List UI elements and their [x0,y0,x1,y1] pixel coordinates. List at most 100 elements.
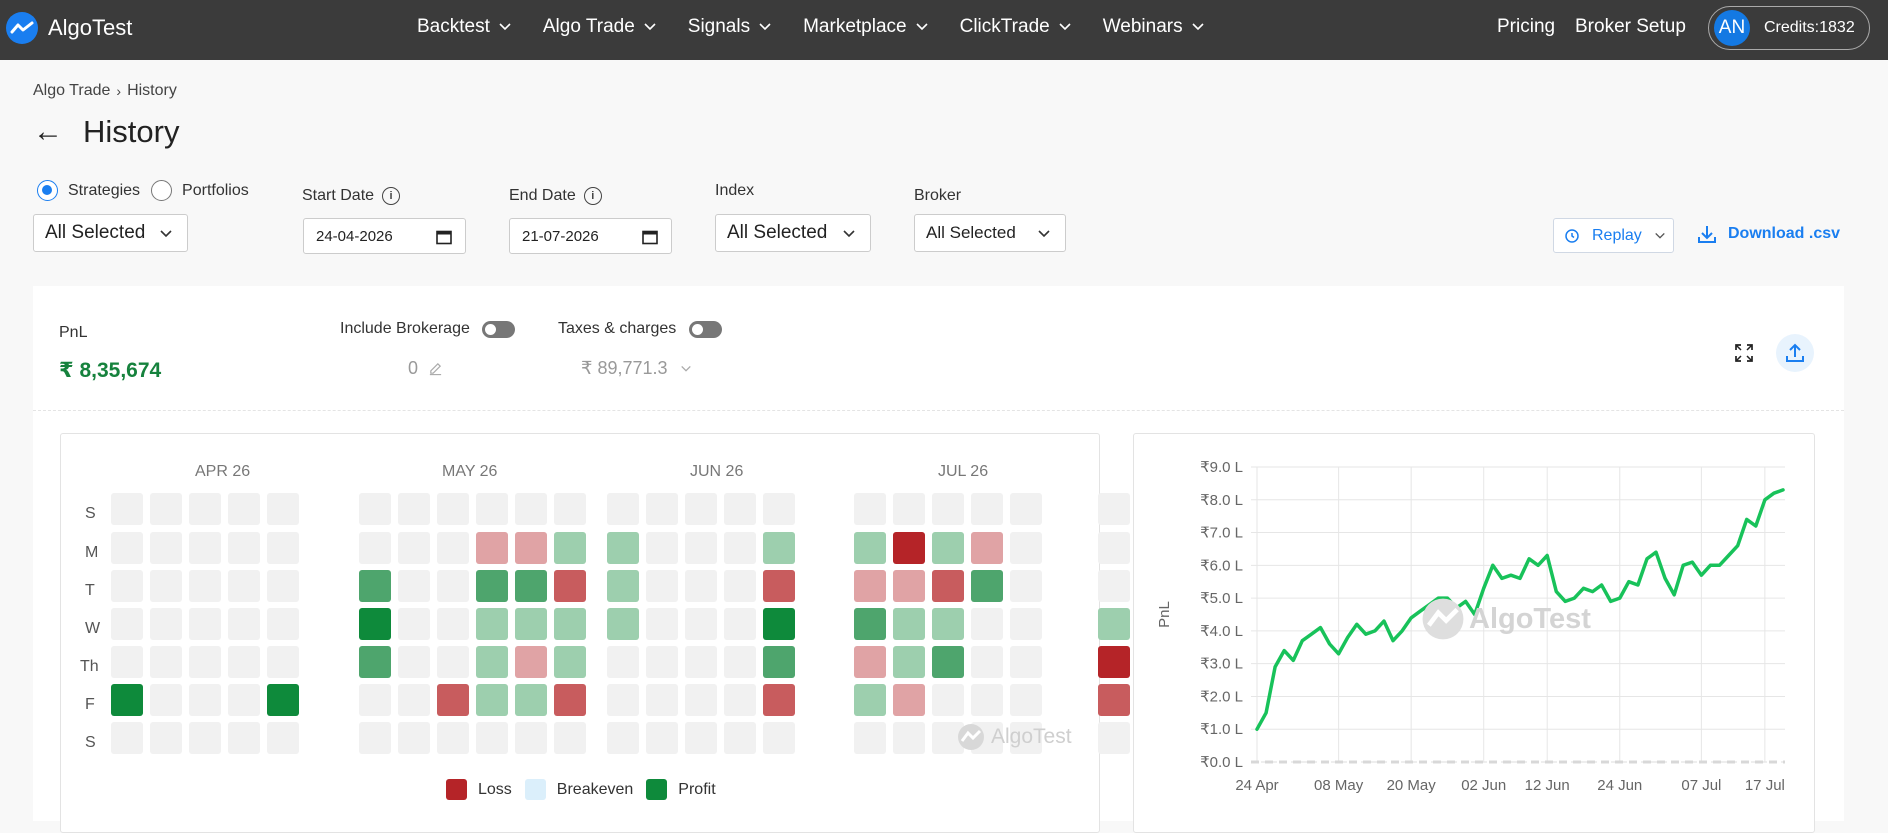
heatmap-day-cell[interactable] [476,570,508,602]
heatmap-day-cell[interactable] [932,646,964,678]
heatmap-day-cell[interactable] [607,646,639,678]
heatmap-day-cell[interactable] [607,608,639,640]
expand-fullscreen-button[interactable] [1725,334,1763,372]
heatmap-day-cell[interactable] [724,684,756,716]
heatmap-day-cell[interactable] [189,646,221,678]
heatmap-day-cell[interactable] [267,570,299,602]
heatmap-day-cell[interactable] [437,570,469,602]
share-export-button[interactable] [1776,334,1814,372]
heatmap-day-cell[interactable] [893,570,925,602]
heatmap-day-cell[interactable] [646,532,678,564]
heatmap-day-cell[interactable] [150,722,182,754]
heatmap-day-cell[interactable] [763,493,795,525]
heatmap-day-cell[interactable] [932,532,964,564]
heatmap-day-cell[interactable] [646,570,678,602]
strategies-select[interactable]: All Selected [33,214,188,252]
calendar-icon[interactable] [641,228,659,246]
heatmap-day-cell[interactable] [476,684,508,716]
heatmap-day-cell[interactable] [893,532,925,564]
heatmap-day-cell[interactable] [854,532,886,564]
broker-setup-link[interactable]: Broker Setup [1575,16,1686,38]
heatmap-day-cell[interactable] [893,646,925,678]
heatmap-day-cell[interactable] [437,532,469,564]
heatmap-day-cell[interactable] [437,646,469,678]
heatmap-day-cell[interactable] [932,570,964,602]
heatmap-day-cell[interactable] [398,493,430,525]
heatmap-day-cell[interactable] [932,608,964,640]
heatmap-day-cell[interactable] [150,493,182,525]
heatmap-day-cell[interactable] [228,722,260,754]
include-brokerage-toggle[interactable] [482,321,515,338]
back-arrow-icon[interactable]: ← [33,115,63,149]
heatmap-day-cell[interactable] [189,570,221,602]
heatmap-day-cell[interactable] [1098,684,1130,716]
heatmap-day-cell[interactable] [515,493,547,525]
heatmap-day-cell[interactable] [359,532,391,564]
heatmap-day-cell[interactable] [437,608,469,640]
download-csv-button[interactable]: Download .csv [1697,224,1840,244]
account-credits-pill[interactable]: AN Credits:1832 [1708,6,1870,50]
radio-strategies-label[interactable]: Strategies [68,182,140,200]
radio-portfolios-label[interactable]: Portfolios [182,182,249,200]
heatmap-day-cell[interactable] [267,722,299,754]
heatmap-day-cell[interactable] [854,608,886,640]
heatmap-day-cell[interactable] [111,722,143,754]
breadcrumb-algo-trade[interactable]: Algo Trade [33,82,110,100]
heatmap-day-cell[interactable] [398,532,430,564]
heatmap-day-cell[interactable] [685,722,717,754]
heatmap-day-cell[interactable] [228,608,260,640]
heatmap-day-cell[interactable] [476,532,508,564]
brand-logo[interactable]: AlgoTest [6,12,132,44]
heatmap-day-cell[interactable] [515,684,547,716]
index-select[interactable]: All Selected [715,214,871,252]
heatmap-day-cell[interactable] [646,722,678,754]
heatmap-day-cell[interactable] [515,570,547,602]
heatmap-day-cell[interactable] [228,646,260,678]
end-date-info-icon[interactable]: i [583,187,602,205]
heatmap-day-cell[interactable] [685,532,717,564]
heatmap-day-cell[interactable] [646,646,678,678]
heatmap-day-cell[interactable] [971,608,1003,640]
heatmap-day-cell[interactable] [763,608,795,640]
heatmap-day-cell[interactable] [111,532,143,564]
heatmap-day-cell[interactable] [1098,493,1130,525]
heatmap-day-cell[interactable] [763,646,795,678]
heatmap-day-cell[interactable] [724,532,756,564]
heatmap-day-cell[interactable] [189,532,221,564]
heatmap-day-cell[interactable] [476,646,508,678]
heatmap-day-cell[interactable] [228,532,260,564]
nav-signals[interactable]: Signals [688,16,772,38]
heatmap-day-cell[interactable] [359,684,391,716]
heatmap-day-cell[interactable] [359,646,391,678]
start-date-info-icon[interactable]: i [382,187,401,205]
heatmap-day-cell[interactable] [724,722,756,754]
heatmap-day-cell[interactable] [1098,646,1130,678]
heatmap-day-cell[interactable] [854,493,886,525]
heatmap-day-cell[interactable] [359,570,391,602]
heatmap-day-cell[interactable] [971,684,1003,716]
heatmap-day-cell[interactable] [763,684,795,716]
heatmap-day-cell[interactable] [607,570,639,602]
heatmap-day-cell[interactable] [189,684,221,716]
heatmap-day-cell[interactable] [359,722,391,754]
heatmap-day-cell[interactable] [607,722,639,754]
heatmap-day-cell[interactable] [228,493,260,525]
heatmap-day-cell[interactable] [854,684,886,716]
end-date-input[interactable]: 21-07-2026 [509,218,672,254]
heatmap-day-cell[interactable] [189,493,221,525]
heatmap-day-cell[interactable] [763,722,795,754]
nav-webinars[interactable]: Webinars [1103,16,1205,38]
heatmap-day-cell[interactable] [267,608,299,640]
heatmap-day-cell[interactable] [763,570,795,602]
heatmap-day-cell[interactable] [854,722,886,754]
heatmap-day-cell[interactable] [646,493,678,525]
heatmap-day-cell[interactable] [554,684,586,716]
heatmap-day-cell[interactable] [267,646,299,678]
nav-backtest[interactable]: Backtest [417,16,512,38]
heatmap-day-cell[interactable] [724,608,756,640]
heatmap-day-cell[interactable] [685,646,717,678]
heatmap-day-cell[interactable] [398,608,430,640]
heatmap-day-cell[interactable] [1098,532,1130,564]
replay-button[interactable]: Replay [1553,218,1674,253]
heatmap-day-cell[interactable] [607,684,639,716]
